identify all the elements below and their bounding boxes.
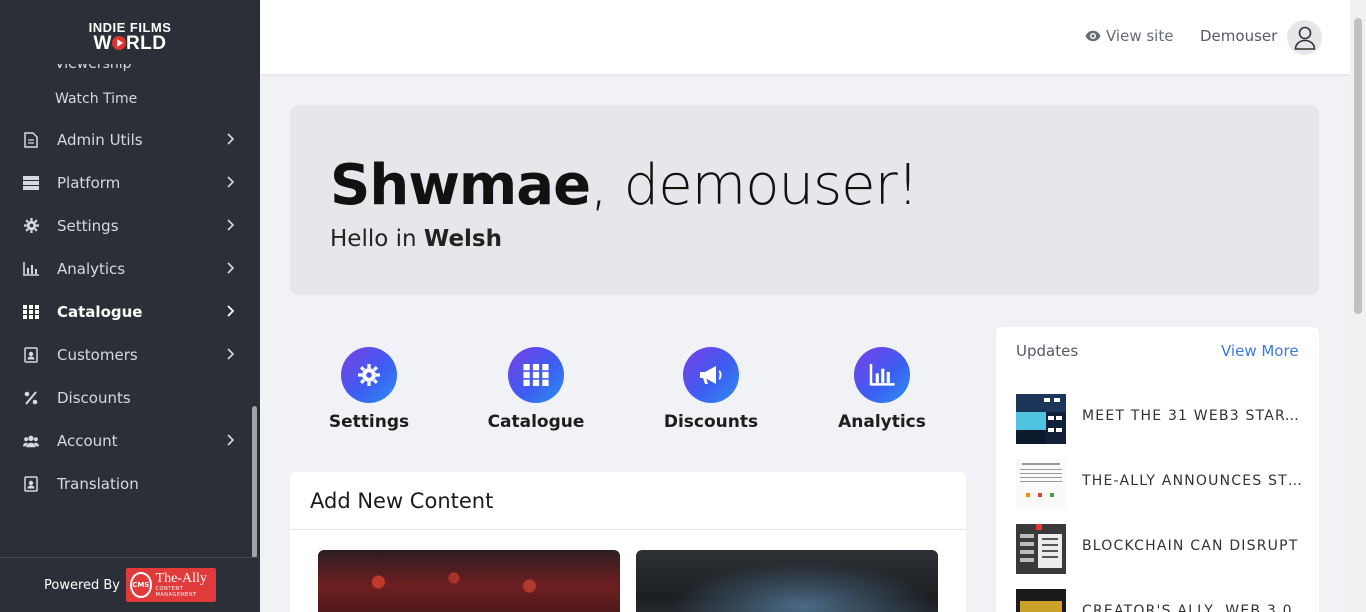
update-title: BLOCKCHAIN CAN DISRUPT bbox=[1082, 538, 1299, 554]
updates-title: Updates bbox=[1016, 342, 1079, 360]
update-title: CREATOR'S ALLY, WEB 3.0 bbox=[1082, 603, 1293, 612]
document-icon bbox=[23, 131, 39, 148]
update-thumbnail bbox=[1016, 524, 1066, 574]
top-header: View site Demouser bbox=[260, 0, 1350, 74]
sidebar-item-settings[interactable]: Settings bbox=[0, 204, 250, 247]
update-thumbnail bbox=[1016, 589, 1066, 612]
update-title: THE-ALLY ANNOUNCES STRATEGIC bbox=[1082, 473, 1302, 489]
sidebar-item-platform[interactable]: Platform bbox=[0, 161, 250, 204]
greeting-title: Shwmae, demouser! bbox=[330, 153, 919, 218]
content-thumbnail-video[interactable] bbox=[636, 550, 938, 612]
quick-link-icon-circle bbox=[854, 347, 910, 403]
sidebar-item-label: Customers bbox=[57, 345, 138, 364]
powered-by-label: Powered By bbox=[43, 577, 120, 593]
quick-link-label: Discounts bbox=[663, 412, 759, 432]
sidebar-subitem-cut[interactable]: Viewership bbox=[55, 64, 165, 72]
chevron-right-icon bbox=[227, 219, 234, 231]
the-ally-logo[interactable]: CMS The-Ally CONTENT MANAGEMENT bbox=[126, 568, 216, 602]
quick-link-icon-circle bbox=[341, 347, 397, 403]
page-scrollbar[interactable] bbox=[1350, 0, 1366, 612]
sidebar-nav: Viewership Watch Time Admin Utils Platfo… bbox=[0, 58, 250, 558]
sidebar-item-translation[interactable]: Translation bbox=[0, 462, 250, 505]
ally-tagline: CONTENT MANAGEMENT bbox=[155, 586, 197, 598]
powered-by: Powered By CMS The-Ally CONTENT MANAGEMEN… bbox=[0, 557, 260, 612]
update-item[interactable]: CREATOR'S ALLY, WEB 3.0 bbox=[1016, 589, 1306, 612]
sidebar-item-catalogue[interactable]: Catalogue bbox=[0, 290, 250, 333]
percent-icon bbox=[23, 390, 39, 406]
server-icon bbox=[23, 175, 39, 191]
megaphone-icon bbox=[700, 366, 722, 384]
chevron-right-icon bbox=[227, 176, 234, 188]
view-more-link[interactable]: View More bbox=[1221, 342, 1299, 360]
gear-icon bbox=[358, 364, 380, 386]
sidebar-item-account[interactable]: Account bbox=[0, 419, 250, 462]
update-item[interactable]: BLOCKCHAIN CAN DISRUPT bbox=[1016, 524, 1306, 574]
quick-link-label: Catalogue bbox=[487, 412, 585, 432]
sidebar: INDIE FILMS W RLD Viewership Watch Time A… bbox=[0, 0, 260, 612]
chevron-right-icon bbox=[227, 434, 234, 446]
bar-chart-icon bbox=[23, 261, 39, 277]
update-item[interactable]: THE-ALLY ANNOUNCES STRATEGIC bbox=[1016, 459, 1306, 509]
quick-link-catalogue[interactable]: Catalogue bbox=[476, 347, 596, 432]
greeting-subtitle: Hello in Welsh bbox=[330, 226, 502, 252]
chevron-right-icon bbox=[227, 262, 234, 274]
grid-icon bbox=[523, 364, 549, 386]
play-icon bbox=[111, 36, 126, 50]
sidebar-item-label: Analytics bbox=[57, 259, 126, 278]
quick-link-icon-circle bbox=[508, 347, 564, 403]
quick-link-analytics[interactable]: Analytics bbox=[822, 347, 942, 432]
user-icon bbox=[1294, 26, 1315, 50]
sidebar-scrollbar[interactable] bbox=[252, 406, 257, 558]
update-item[interactable]: MEET THE 31 WEB3 STARTUPS bbox=[1016, 394, 1306, 444]
sidebar-item-label: Admin Utils bbox=[57, 130, 143, 149]
add-new-content-card: Add New Content bbox=[290, 472, 966, 612]
greeting-banner: Shwmae, demouser! Hello in Welsh bbox=[290, 105, 1319, 295]
content-thumbnail-cinema[interactable] bbox=[318, 550, 620, 612]
update-thumbnail bbox=[1016, 459, 1066, 509]
quick-link-label: Settings bbox=[328, 412, 410, 432]
sidebar-item-analytics[interactable]: Analytics bbox=[0, 247, 250, 290]
chevron-right-icon bbox=[227, 305, 234, 317]
sidebar-item-label: Translation bbox=[57, 474, 139, 493]
sidebar-item-label: Platform bbox=[57, 173, 121, 192]
sidebar-item-label: Catalogue bbox=[57, 302, 143, 321]
cms-badge: CMS bbox=[130, 572, 152, 598]
bar-chart-icon bbox=[869, 364, 895, 386]
sidebar-item-discounts[interactable]: Discounts bbox=[0, 376, 250, 419]
chevron-right-icon bbox=[227, 348, 234, 360]
quick-link-settings[interactable]: Settings bbox=[309, 347, 429, 432]
updates-card: Updates View More MEET THE 31 WEB3 START… bbox=[996, 327, 1319, 612]
card-divider bbox=[290, 529, 966, 530]
grid-icon bbox=[23, 304, 39, 320]
add-new-content-title: Add New Content bbox=[310, 489, 494, 513]
view-site-label: View site bbox=[1106, 27, 1174, 45]
quick-link-discounts[interactable]: Discounts bbox=[651, 347, 771, 432]
sidebar-item-admin-utils[interactable]: Admin Utils bbox=[0, 118, 250, 161]
chevron-right-icon bbox=[227, 133, 234, 145]
view-site-link[interactable]: View site bbox=[1085, 27, 1173, 45]
page-scrollbar-thumb[interactable] bbox=[1354, 18, 1362, 314]
contact-book-icon bbox=[23, 475, 39, 492]
eye-icon bbox=[1085, 30, 1101, 42]
sidebar-item-customers[interactable]: Customers bbox=[0, 333, 250, 376]
quick-link-label: Analytics bbox=[838, 412, 926, 432]
sidebar-item-label: Discounts bbox=[57, 388, 131, 407]
username[interactable]: Demouser bbox=[1200, 27, 1277, 45]
sidebar-item-label: Settings bbox=[57, 216, 119, 235]
sidebar-item-label: Account bbox=[57, 431, 118, 450]
sidebar-subitem-watch-time[interactable]: Watch Time bbox=[55, 91, 137, 107]
quick-link-icon-circle bbox=[683, 347, 739, 403]
update-title: MEET THE 31 WEB3 STARTUPS bbox=[1082, 408, 1302, 424]
avatar[interactable] bbox=[1287, 20, 1322, 55]
users-icon bbox=[23, 433, 39, 449]
contact-book-icon bbox=[23, 346, 39, 363]
brand-line-2: W RLD bbox=[93, 33, 167, 54]
update-thumbnail bbox=[1016, 394, 1066, 444]
gear-icon bbox=[23, 218, 39, 234]
ally-name: The-Ally bbox=[155, 571, 207, 586]
